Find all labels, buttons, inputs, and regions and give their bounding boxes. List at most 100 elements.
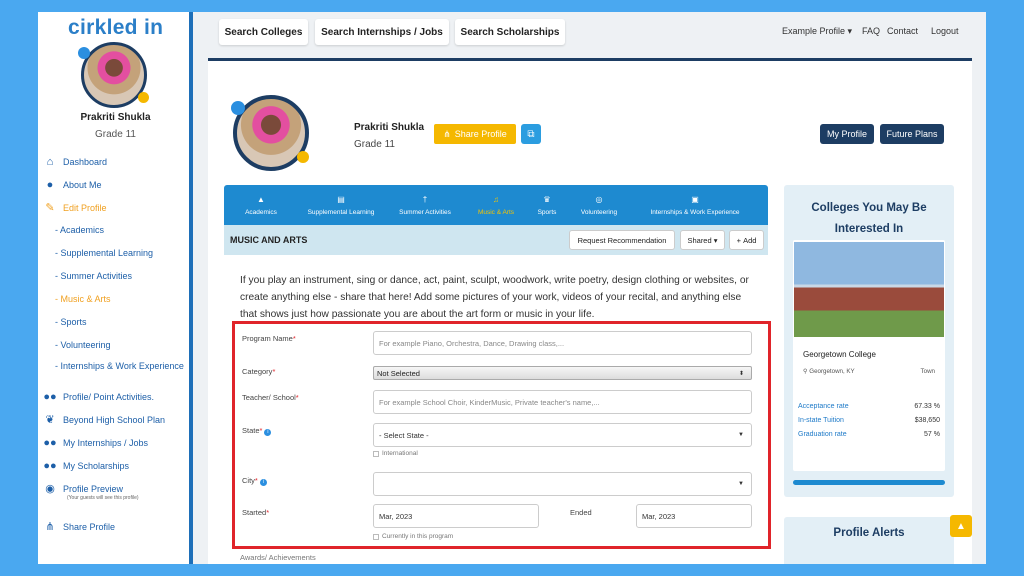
avatar-badge-blue (231, 101, 245, 115)
shared-dropdown[interactable]: Shared ▾ (680, 230, 725, 250)
user-icon: ● (46, 178, 54, 191)
profile-name: Prakriti Shukla (354, 122, 425, 133)
sidebar-grade: Grade 11 (95, 129, 136, 140)
city-select[interactable]: ▼ (373, 472, 752, 496)
caret-down-icon: ▼ (738, 481, 744, 487)
sidebar-sub-summer[interactable]: - Summer Activities (42, 265, 190, 288)
profile-alerts-panel: Profile Alerts (784, 517, 954, 564)
sidebar-item-edit-profile[interactable]: ✎ Edit Profile (42, 196, 190, 219)
copy-icon: ⧉ (527, 128, 535, 140)
section-description: If you play an instrument, sing or dance… (240, 275, 749, 320)
section-title: MUSIC AND ARTS (230, 235, 308, 245)
logout-link[interactable]: Logout (931, 26, 959, 36)
teacher-school-input[interactable]: For example School Choir, KinderMusic, P… (373, 390, 752, 414)
caret-down-icon: ▼ (738, 432, 744, 438)
teacher-school-label: Teacher/ School* (242, 393, 299, 402)
profile-avatar[interactable] (231, 95, 309, 171)
section-header: MUSIC AND ARTS Request Recommendation Sh… (224, 225, 768, 255)
college-name: Georgetown College (803, 350, 876, 359)
sidebar-item-beyond-high-school[interactable]: ❦ Beyond High School Plan (42, 408, 190, 431)
caret-down-icon: ▾ (847, 26, 853, 36)
sidebar-item-scholarships[interactable]: ●● My Scholarships (42, 454, 190, 477)
caret-down-icon: ▾ (713, 235, 718, 245)
sidebar-item-about-me[interactable]: ● About Me (42, 173, 190, 196)
state-select[interactable]: - Select State - ▼ (373, 423, 752, 447)
add-button[interactable]: + Add (729, 230, 764, 250)
tab-academics[interactable]: ▲ Academics (224, 185, 298, 225)
college-type: Town (920, 368, 935, 375)
sidebar-item-internships-jobs[interactable]: ●● My Internships / Jobs (42, 431, 190, 454)
preview-note: (Your guests will see this profile) (67, 495, 139, 501)
tab-supplemental-learning[interactable]: ▤ Supplemental Learning (298, 185, 384, 225)
college-location: ⚲ Georgetown, KY (803, 368, 855, 375)
program-name-label: Program Name* (242, 334, 296, 343)
book-icon: ▤ (337, 194, 345, 204)
chevron-up-icon: ▲ (956, 520, 966, 532)
started-date-input[interactable]: Mar, 2023 (373, 504, 539, 528)
college-card[interactable]: Georgetown College ⚲ Georgetown, KY Town… (793, 240, 945, 471)
awards-label: Awards/ Achievements (240, 553, 316, 562)
faq-link[interactable]: FAQ (862, 26, 880, 36)
users-icon: ●● (43, 390, 57, 403)
leaf-icon: ❦ (45, 414, 55, 426)
search-scholarships-button[interactable]: Search Scholarships (455, 19, 565, 45)
my-profile-button[interactable]: My Profile (820, 124, 874, 144)
example-profile-dropdown[interactable]: Example Profile ▾ (782, 26, 852, 37)
tab-internships-work[interactable]: ▣ Internships & Work Experience (630, 185, 760, 225)
briefcase-icon: ▣ (691, 194, 699, 204)
sidebar-sub-volunteering[interactable]: - Volunteering (42, 334, 190, 357)
checkbox-box (373, 533, 379, 540)
sidebar-avatar[interactable] (78, 42, 149, 108)
stat-acceptance: Acceptance rate 67.33 % (798, 403, 940, 410)
app-frame: cirkled in Prakriti Shukla Grade 11 ⌂ Das… (38, 12, 986, 564)
avatar-badge-yellow (297, 151, 309, 163)
sidebar-sub-sports[interactable]: - Sports (42, 311, 190, 334)
stat-tuition: In-state Tuition $38,650 (798, 417, 940, 424)
profile-alerts-title: Profile Alerts (833, 527, 905, 539)
contact-link[interactable]: Contact (887, 26, 918, 36)
future-plans-button[interactable]: Future Plans (880, 124, 944, 144)
search-colleges-button[interactable]: Search Colleges (219, 19, 308, 45)
tab-summer-activities[interactable]: † Summer Activities (384, 185, 466, 225)
share-icon: ⋔ (45, 521, 55, 533)
ended-date-input[interactable]: Mar, 2023 (636, 504, 752, 528)
international-checkbox[interactable]: International (373, 450, 418, 457)
category-select[interactable]: Not Selected ⬍ (373, 366, 752, 380)
updown-icon: ⬍ (738, 370, 744, 377)
request-recommendation-button[interactable]: Request Recommendation (569, 230, 675, 250)
logo[interactable]: cirkled in (68, 16, 163, 40)
ended-label: Ended (570, 508, 592, 517)
colleges-panel-title: Colleges You May Be Interested In (811, 202, 927, 235)
sidebar-sub-internships[interactable]: - Internships & Work Experience (42, 357, 190, 385)
program-name-input[interactable]: For example Piano, Orchestra, Dance, Dra… (373, 331, 752, 355)
tab-sports[interactable]: ♛ Sports (526, 185, 568, 225)
started-label: Started* (242, 508, 270, 517)
avatar-badge-yellow (138, 92, 149, 103)
info-icon: i (264, 429, 272, 436)
stat-graduation: Graduation rate 57 % (798, 431, 940, 438)
users-icon: ●● (43, 436, 57, 449)
copy-link-button[interactable]: ⧉ (521, 124, 541, 144)
eye-icon: ◉ (45, 483, 55, 495)
sidebar-sub-supplemental[interactable]: - Supplemental Learning (42, 242, 190, 265)
share-profile-button[interactable]: ⋔ Share Profile (434, 124, 516, 144)
sidebar-sub-music-arts[interactable]: - Music & Arts (42, 288, 190, 311)
activity-form: Program Name* For example Piano, Orchest… (232, 321, 771, 549)
sidebar-item-dashboard[interactable]: ⌂ Dashboard (42, 150, 190, 173)
currently-in-program-checkbox[interactable]: Currently in this program (373, 533, 453, 540)
tab-volunteering[interactable]: ◎ Volunteering (568, 185, 630, 225)
tab-music-arts[interactable]: ♫ Music & Arts (466, 185, 526, 225)
sidebar-item-point-activities[interactable]: ●● Profile/ Point Activities. (42, 385, 190, 408)
sidebar-item-share-profile[interactable]: ⋔ Share Profile (42, 515, 190, 538)
carousel-bar[interactable] (793, 480, 945, 485)
scroll-top-button[interactable]: ▲ (950, 515, 972, 537)
plus-icon: + (736, 235, 741, 245)
edit-icon: ✎ (45, 202, 55, 214)
avatar-badge-blue (78, 47, 90, 59)
share-icon: ⋔ (443, 128, 451, 139)
sidebar-sub-academics[interactable]: - Academics (42, 219, 190, 242)
home-icon: ⌂ (46, 155, 54, 168)
grad-cap-icon: ▲ (257, 194, 265, 204)
search-internships-button[interactable]: Search Internships / Jobs (315, 19, 449, 45)
location-pin-icon: ⚲ (803, 368, 808, 375)
